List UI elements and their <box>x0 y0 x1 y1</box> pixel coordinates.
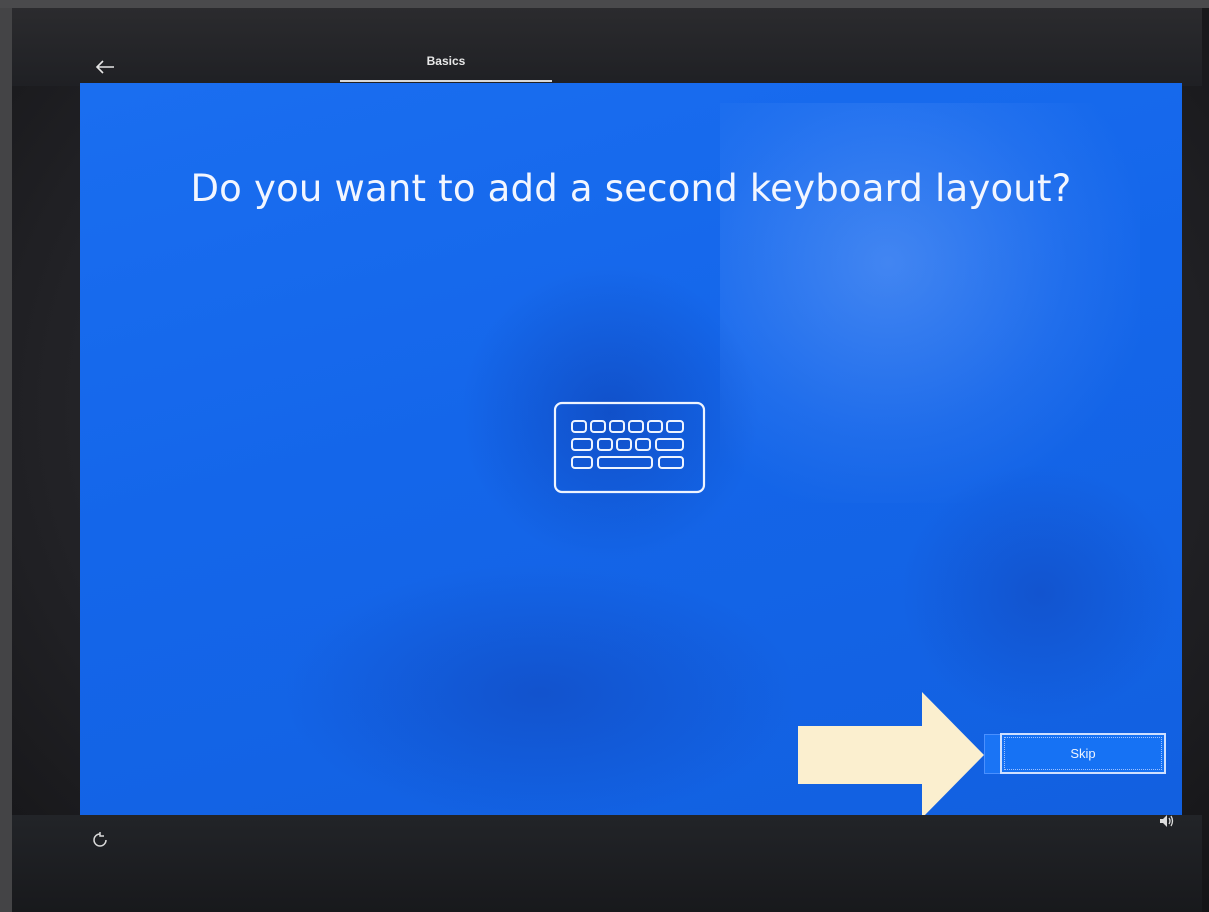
ease-of-access-button[interactable] <box>91 831 109 849</box>
tab-active-indicator <box>340 80 552 82</box>
keyboard-icon <box>553 401 706 494</box>
volume-icon <box>1160 815 1174 827</box>
reflection-shadow <box>280 563 800 815</box>
skip-button[interactable]: Skip <box>1000 733 1166 774</box>
pointer-arrow-icon <box>798 692 984 818</box>
oobe-header-bar <box>12 8 1202 86</box>
taskbar-area <box>12 815 1202 912</box>
volume-button[interactable] <box>1158 813 1176 829</box>
tab-basics-label: Basics <box>426 54 466 68</box>
screen-reflection <box>720 103 1140 503</box>
frame-edge-left <box>0 0 12 912</box>
reflection-shadow <box>900 463 1180 723</box>
page-title: Do you want to add a second keyboard lay… <box>190 167 1072 210</box>
ease-of-access-icon <box>93 832 107 847</box>
tab-basics[interactable]: Basics <box>340 48 552 84</box>
frame-edge-top <box>0 0 1209 8</box>
back-arrow-icon <box>95 60 114 74</box>
back-button[interactable] <box>90 52 120 82</box>
setup-screen: Do you want to add a second keyboard lay… <box>80 83 1182 815</box>
